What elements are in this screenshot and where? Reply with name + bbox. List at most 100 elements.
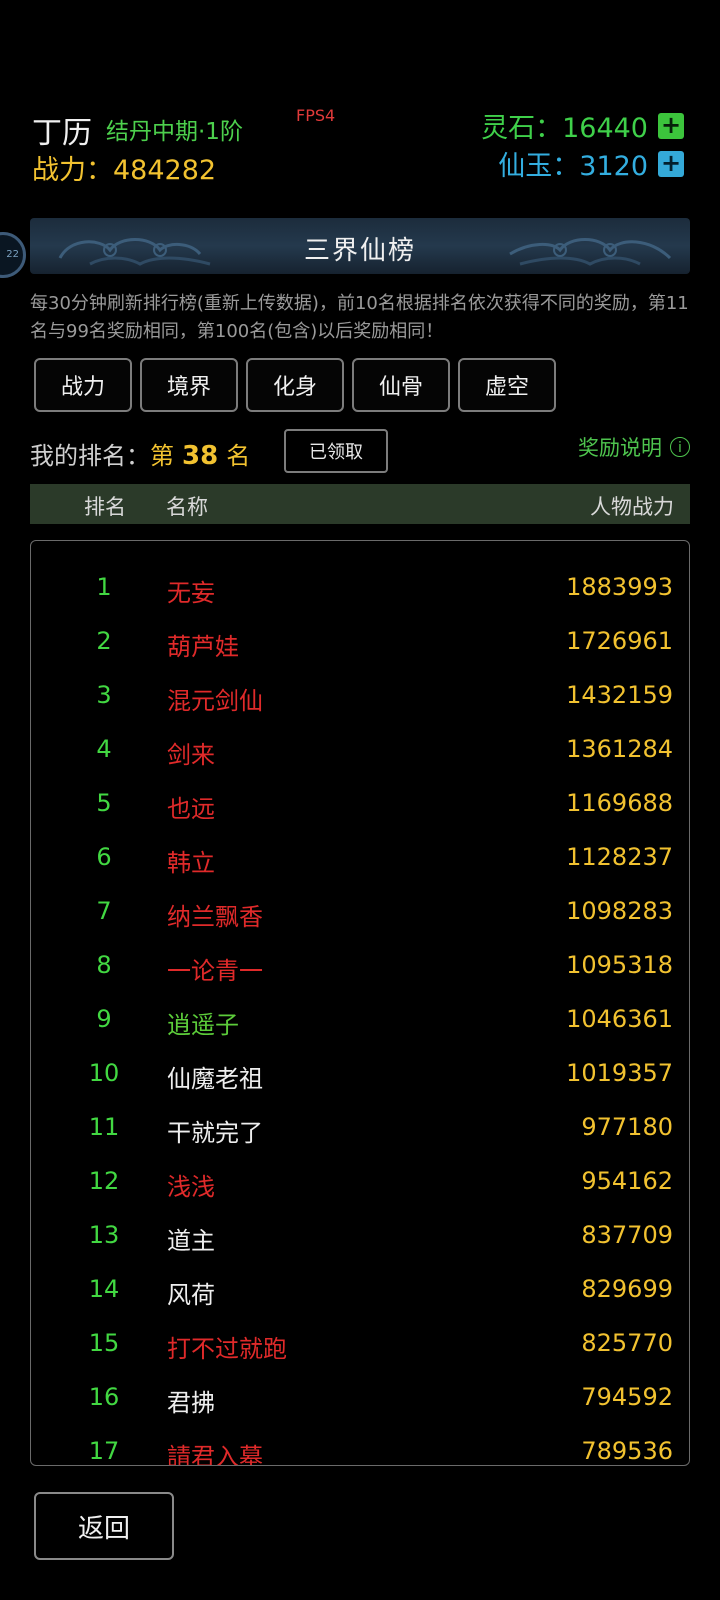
tab-bone[interactable]: 仙骨 — [352, 358, 450, 412]
ranking-list-inner: 1 无妄 1883993 2 葫芦娃 1726961 3 混元剑仙 1432159 4 剑来 1361… — [31, 561, 689, 1466]
table-row[interactable]: 11 干就完了 977180 — [31, 1101, 689, 1155]
row-rank: 1 — [96, 573, 112, 601]
row-power: 1128237 — [566, 843, 673, 871]
row-name: 仙魔老祖 — [167, 1065, 263, 1093]
spirit-stone-text: 灵石：16440 — [481, 106, 648, 145]
row-rank: 7 — [96, 897, 112, 925]
table-row[interactable]: 17 請君入墓 789536 — [31, 1425, 689, 1466]
back-button[interactable]: 返回 — [34, 1492, 174, 1560]
row-power: 1169688 — [566, 789, 673, 817]
immortal-jade-text: 仙玉：3120 — [498, 144, 648, 183]
table-row[interactable]: 9 逍遥子 1046361 — [31, 993, 689, 1047]
table-row[interactable]: 16 君拂 794592 — [31, 1371, 689, 1425]
table-row[interactable]: 4 剑来 1361284 — [31, 723, 689, 777]
immortal-jade-value: 3120 — [579, 151, 648, 182]
side-badge[interactable]: 22 — [0, 232, 26, 278]
row-power: 1046361 — [566, 1005, 673, 1033]
refresh-notice: 每30分钟刷新排行榜(重新上传数据)，前10名根据排名依次获得不同的奖励，第11… — [30, 293, 689, 342]
tab-avatar[interactable]: 化身 — [246, 358, 344, 412]
row-name: 纳兰飘香 — [167, 903, 263, 931]
my-rank: 我的排名： 第 38 名 — [30, 436, 250, 471]
row-rank: 16 — [88, 1383, 120, 1411]
immortal-jade-label: 仙玉： — [498, 151, 580, 182]
side-badge-text: 22 — [6, 249, 19, 260]
row-rank: 13 — [88, 1221, 120, 1249]
table-row[interactable]: 12 浅浅 954162 — [31, 1155, 689, 1209]
tab-void[interactable]: 虚空 — [458, 358, 556, 412]
row-rank: 2 — [96, 627, 112, 655]
row-rank: 5 — [96, 789, 112, 817]
row-name: 浅浅 — [167, 1173, 215, 1201]
row-power: 1095318 — [566, 951, 673, 979]
row-name: 請君入墓 — [167, 1443, 263, 1466]
power-label: 战力： — [32, 155, 113, 186]
ranking-list[interactable]: 1 无妄 1883993 2 葫芦娃 1726961 3 混元剑仙 1432159 4 剑来 1361… — [30, 540, 690, 1466]
row-rank: 12 — [88, 1167, 120, 1195]
ranking-title: 三界仙榜 — [303, 236, 416, 266]
tab-power[interactable]: 战力 — [34, 358, 132, 412]
row-power: 1019357 — [566, 1059, 673, 1087]
player-realm: 结丹中期·1阶 — [106, 119, 243, 145]
table-row[interactable]: 1 无妄 1883993 — [31, 561, 689, 615]
header-name: 名称 — [166, 495, 208, 519]
spirit-stone-value: 16440 — [562, 113, 648, 144]
row-name: 葫芦娃 — [167, 633, 239, 661]
table-row[interactable]: 14 风荷 829699 — [31, 1263, 689, 1317]
info-icon: i — [670, 437, 690, 457]
spirit-stone-display: 灵石：16440 + — [481, 106, 684, 145]
player-power: 战力：484282 — [32, 148, 216, 187]
row-power: 837709 — [581, 1221, 673, 1249]
row-rank: 3 — [96, 681, 112, 709]
row-power: 794592 — [581, 1383, 673, 1411]
my-rank-value: 38 — [182, 441, 219, 471]
row-rank: 11 — [88, 1113, 120, 1141]
player-name: 丁历 — [32, 116, 92, 151]
tab-realm[interactable]: 境界 — [140, 358, 238, 412]
row-name: 一论青一 — [167, 957, 263, 985]
table-row[interactable]: 8 一论青一 1095318 — [31, 939, 689, 993]
row-power: 1098283 — [566, 897, 673, 925]
header-rank: 排名 — [84, 495, 126, 519]
row-rank: 15 — [88, 1329, 120, 1357]
row-name: 君拂 — [167, 1389, 215, 1417]
claimed-button[interactable]: 已领取 — [284, 429, 388, 473]
power-value: 484282 — [113, 155, 217, 186]
row-power: 1883993 — [566, 573, 673, 601]
table-row[interactable]: 3 混元剑仙 1432159 — [31, 669, 689, 723]
reward-info-link[interactable]: 奖励说明 i — [578, 432, 690, 462]
table-row[interactable]: 7 纳兰飘香 1098283 — [31, 885, 689, 939]
reward-info-label: 奖励说明 — [578, 436, 662, 460]
row-name: 道主 — [167, 1227, 215, 1255]
table-row[interactable]: 2 葫芦娃 1726961 — [31, 615, 689, 669]
row-name: 韩立 — [167, 849, 215, 877]
row-rank: 8 — [96, 951, 112, 979]
row-name: 剑来 — [167, 741, 215, 769]
my-rank-prefix: 第 — [150, 442, 174, 470]
table-row[interactable]: 10 仙魔老祖 1019357 — [31, 1047, 689, 1101]
row-power: 954162 — [581, 1167, 673, 1195]
table-row[interactable]: 15 打不过就跑 825770 — [31, 1317, 689, 1371]
row-name: 无妄 — [167, 579, 215, 607]
row-power: 1726961 — [566, 627, 673, 655]
row-power: 1361284 — [566, 735, 673, 763]
header-power: 人物战力 — [590, 495, 674, 519]
row-rank: 4 — [96, 735, 112, 763]
row-power: 1432159 — [566, 681, 673, 709]
row-name: 也远 — [167, 795, 215, 823]
add-immortal-jade-button[interactable]: + — [658, 150, 684, 177]
fps-counter: FPS4 — [296, 106, 336, 125]
add-spirit-stone-button[interactable]: + — [658, 112, 684, 139]
table-header: 排名 名称 人物战力 — [30, 484, 690, 524]
table-row[interactable]: 13 道主 837709 — [31, 1209, 689, 1263]
ranking-banner: 三界仙榜 — [30, 218, 690, 274]
row-name: 打不过就跑 — [167, 1335, 287, 1363]
row-name: 风荷 — [167, 1281, 215, 1309]
my-rank-suffix: 名 — [226, 442, 251, 470]
row-rank: 14 — [88, 1275, 120, 1303]
row-power: 825770 — [581, 1329, 673, 1357]
table-row[interactable]: 6 韩立 1128237 — [31, 831, 689, 885]
row-rank: 9 — [96, 1005, 112, 1033]
ranking-tabs: 战力 境界 化身 仙骨 虚空 — [34, 358, 556, 412]
table-row[interactable]: 5 也远 1169688 — [31, 777, 689, 831]
immortal-jade-display: 仙玉：3120 + — [498, 144, 684, 183]
